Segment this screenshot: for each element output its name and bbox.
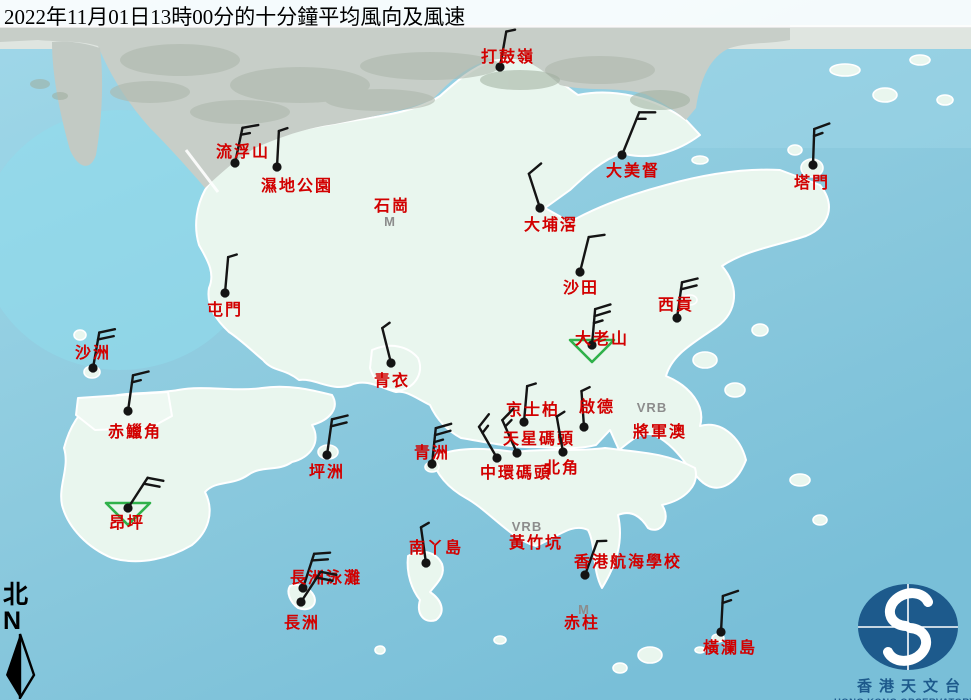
station-label: 塔門: [794, 173, 830, 192]
station-dot: [579, 422, 588, 431]
hko-logo-icon: [848, 582, 968, 674]
station-note: M: [384, 214, 396, 229]
station-dot: [716, 627, 725, 636]
station-label: 天星碼頭: [503, 430, 575, 448]
station-dot: [535, 203, 544, 212]
station-dot: [575, 267, 584, 276]
station-label: 中環碼頭: [480, 463, 552, 482]
north-arrow-icon: [3, 633, 37, 699]
station-dot: [580, 570, 589, 579]
title-bar: 2022年11月01日13時00分的十分鐘平均風向及風速: [0, 0, 971, 28]
station-dot: [123, 503, 132, 512]
station-label: 香港航海學校: [573, 552, 682, 571]
station-label: 青衣: [374, 371, 410, 390]
station-dot: [558, 447, 567, 456]
station-dot: [617, 150, 626, 159]
station-dot: [386, 358, 395, 367]
station-label: 西貢: [658, 296, 694, 314]
station-label: 青洲: [414, 443, 450, 462]
station-label: 石崗: [373, 196, 410, 215]
station-label: 屯門: [207, 300, 243, 319]
station-label: 坪洲: [309, 463, 345, 481]
compass-north-letter: N: [3, 609, 43, 633]
station-label: 流浮山: [216, 142, 270, 161]
station-label: 赤鱲角: [108, 422, 162, 441]
station-dot: [123, 406, 132, 415]
compass: 北 N: [3, 583, 43, 699]
station-dot: [808, 160, 817, 169]
station-dot: [322, 450, 331, 459]
wind-barb-staff: [813, 129, 814, 165]
station-label: 大埔滘: [524, 215, 578, 234]
station-dot: [296, 597, 305, 606]
station-dot: [421, 558, 430, 567]
wind-barb-full: [312, 559, 328, 560]
station-label: 沙田: [563, 279, 599, 297]
hko-logo-cn-text: 香港天文台: [831, 675, 971, 696]
map-title: 2022年11月01日13時00分的十分鐘平均風向及風速: [0, 0, 971, 31]
station-dot: [220, 288, 229, 297]
station-label: 打鼓嶺: [481, 47, 535, 66]
station-dot: [88, 363, 97, 372]
wind-map-page: 打鼓嶺流浮山濕地公園石崗M大美督塔門大埔滘沙田屯門西貢沙洲大老山青衣赤鱲角京士柏…: [0, 0, 971, 700]
station-label: 啟德: [579, 397, 615, 416]
station-note: M: [578, 602, 590, 617]
station-label: 長洲泳灘: [290, 568, 362, 587]
station-dot: [492, 453, 501, 462]
station-label: 大老山: [575, 329, 629, 348]
hko-logo: 香港天文台 HONG KONG OBSERVATORY: [823, 582, 971, 700]
compass-north-cjk-label: 北: [3, 583, 43, 609]
station-label: 濕地公園: [261, 176, 333, 195]
station-dot: [272, 162, 281, 171]
station-note: VRB: [637, 400, 667, 415]
station-dot: [512, 448, 521, 457]
station-note: VRB: [512, 519, 542, 534]
station-label: 將軍澳: [633, 422, 687, 441]
station-label: 昂坪: [109, 514, 145, 532]
wind-barb-half: [241, 133, 250, 135]
station-label: 黃竹坑: [508, 533, 563, 552]
station-label: 沙洲: [75, 344, 111, 362]
station-dot: [672, 313, 681, 322]
station-label: 橫瀾島: [703, 638, 757, 657]
station-label: 南丫島: [409, 538, 463, 557]
wind-barb-full: [314, 553, 330, 554]
station-label: 長洲: [284, 614, 320, 632]
station-label: 大美督: [606, 161, 660, 180]
